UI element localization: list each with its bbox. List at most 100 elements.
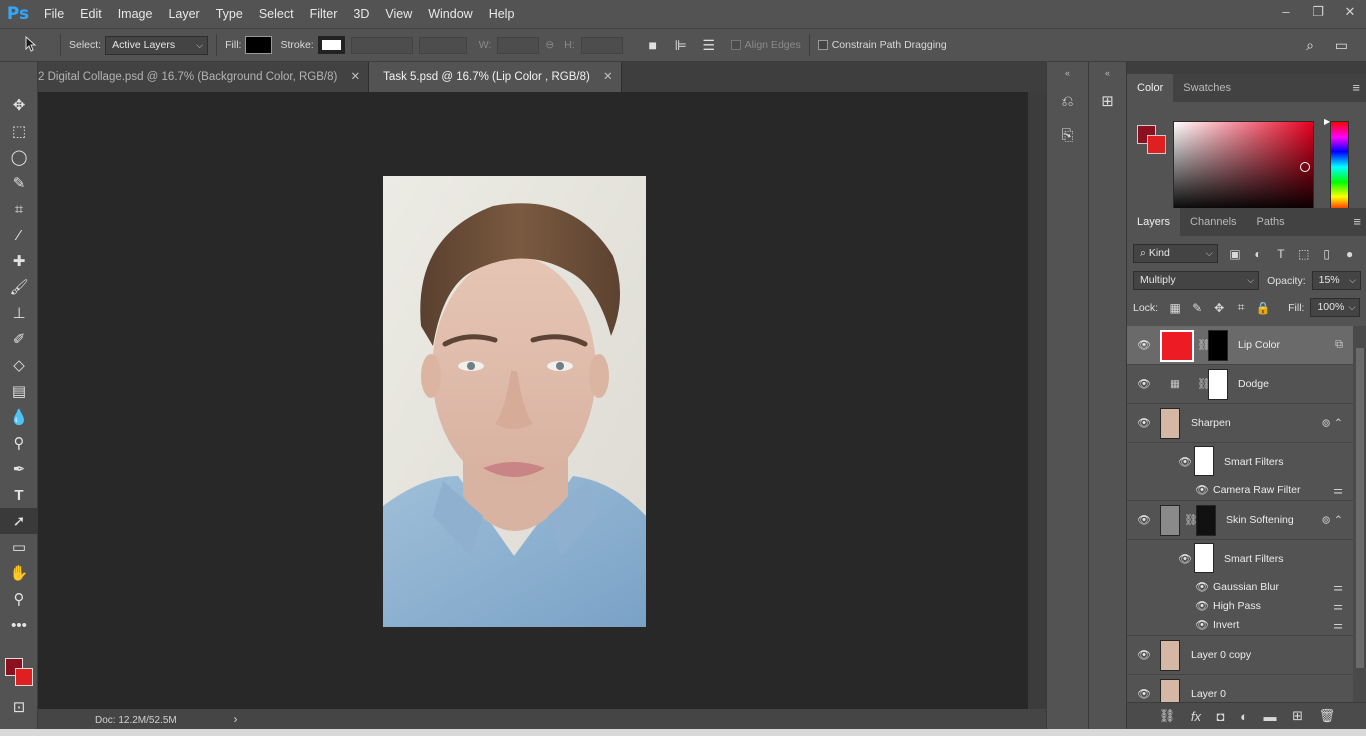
eye-icon[interactable]: 👁	[1137, 514, 1151, 527]
eyedropper-tool-icon[interactable]: ⁄	[0, 222, 38, 248]
canvas-area[interactable]	[38, 92, 1028, 709]
hue-slider-handle-icon[interactable]: ▶	[1324, 117, 1330, 126]
layer-thumbnail[interactable]	[1160, 505, 1180, 536]
menu-window[interactable]: Window	[420, 0, 480, 28]
color-picker-cursor[interactable]	[1300, 162, 1310, 172]
adjustments-panel-icon[interactable]: ⊞	[1089, 84, 1126, 118]
layer-name[interactable]: Smart Filters	[1224, 553, 1284, 565]
color-swatches[interactable]	[5, 658, 35, 688]
menu-view[interactable]: View	[377, 0, 420, 28]
more-tools-icon[interactable]: •••	[0, 612, 38, 638]
healing-brush-tool-icon[interactable]: ✚	[0, 248, 38, 274]
eye-icon[interactable]: 👁	[1195, 599, 1209, 612]
layer-row-sharpen[interactable]: 👁 Sharpen ⊚ ⌃	[1127, 404, 1353, 443]
tab-paths[interactable]: Paths	[1247, 208, 1295, 236]
hand-tool-icon[interactable]: ✋	[0, 560, 38, 586]
tab-channels[interactable]: Channels	[1180, 208, 1246, 236]
layer-name[interactable]: Gaussian Blur	[1213, 581, 1279, 593]
layer-row-dodge[interactable]: 👁 ▦ ⛓ Dodge	[1127, 365, 1353, 404]
eye-icon[interactable]: 👁	[1178, 455, 1192, 468]
layer-name[interactable]: Invert	[1213, 619, 1239, 631]
filter-options-icon[interactable]: ⚌	[1333, 619, 1343, 632]
lock-position-icon[interactable]: ✥	[1208, 301, 1230, 315]
tab-color[interactable]: Color	[1127, 74, 1174, 102]
type-tool-icon[interactable]: T	[0, 482, 38, 508]
dodge-tool-icon[interactable]: ⚲	[0, 430, 38, 456]
lock-artboard-icon[interactable]: ⌗	[1230, 300, 1252, 315]
filter-options-icon[interactable]: ⚌	[1333, 599, 1343, 612]
blur-tool-icon[interactable]: 💧	[0, 404, 38, 430]
layers-scrollbar-thumb[interactable]	[1356, 348, 1364, 668]
filter-toggle-icon[interactable]: ●	[1338, 247, 1361, 261]
select-dropdown[interactable]: Active Layers ⌵	[105, 35, 209, 55]
layer-thumbnail[interactable]	[1160, 640, 1180, 671]
new-layer-icon[interactable]: ⊞	[1292, 708, 1303, 724]
gradient-tool-icon[interactable]: ▤	[0, 378, 38, 404]
path-selection-tool-icon[interactable]: ➚	[0, 508, 38, 534]
history-panel-icon[interactable]: ⎌	[1047, 84, 1088, 118]
layer-row-skin-softening[interactable]: 👁 ⛓ Skin Softening ⊚ ⌃	[1127, 501, 1353, 540]
workspace-icon[interactable]: ▭	[1335, 37, 1348, 54]
filter-shape-icon[interactable]: ⬚	[1292, 247, 1315, 261]
close-icon[interactable]: ✕	[351, 71, 361, 83]
height-field[interactable]	[580, 36, 623, 54]
eye-icon[interactable]: 👁	[1137, 417, 1151, 430]
quick-select-tool-icon[interactable]: ✎	[0, 170, 38, 196]
color-saturation-field[interactable]	[1173, 121, 1314, 213]
search-icon[interactable]: ⌕	[1306, 37, 1314, 54]
filter-adjustment-icon[interactable]: ◐	[1247, 247, 1270, 261]
eraser-tool-icon[interactable]: ◇	[0, 352, 38, 378]
doc-tab-task-5[interactable]: Task 5.psd @ 16.7% (Lip Color , RGB/8) ✕	[369, 62, 622, 92]
path-selection-preset-icon[interactable]	[20, 35, 42, 55]
smart-filter-mask-thumbnail[interactable]	[1194, 446, 1214, 476]
marquee-tool-icon[interactable]: ⬚	[0, 118, 38, 144]
menu-edit[interactable]: Edit	[72, 0, 110, 28]
layer-name[interactable]: Layer 0	[1191, 688, 1226, 700]
fill-swatch[interactable]	[245, 36, 273, 54]
layer-row-camera-raw-filter[interactable]: 👁 Camera Raw Filter ⚌	[1127, 480, 1353, 501]
layer-row-high-pass[interactable]: 👁 High Pass ⚌	[1127, 596, 1353, 615]
lock-all-icon[interactable]: 🔒	[1252, 301, 1274, 315]
layer-row-gaussian-blur[interactable]: 👁 Gaussian Blur ⚌	[1127, 577, 1353, 596]
new-adjustment-icon[interactable]: ◐	[1240, 709, 1248, 724]
background-color-swatch[interactable]	[15, 668, 33, 686]
document-photo[interactable]	[383, 176, 646, 627]
doc-info[interactable]: Doc: 12.2M/52.5M	[95, 715, 177, 726]
rectangle-tool-icon[interactable]: ▭	[0, 534, 38, 560]
layer-row-smart-filters[interactable]: 👁 Smart Filters	[1127, 540, 1353, 577]
properties-panel-icon[interactable]: ⎘	[1047, 118, 1088, 152]
eye-icon[interactable]: 👁	[1195, 619, 1209, 632]
minimize-button[interactable]: –	[1270, 0, 1302, 28]
layer-row-layer-0[interactable]: 👁 Layer 0	[1127, 675, 1353, 702]
layer-name[interactable]: Smart Filters	[1224, 456, 1284, 468]
layer-row-invert[interactable]: 👁 Invert ⚌	[1127, 615, 1353, 636]
menu-type[interactable]: Type	[208, 0, 251, 28]
filter-smart-object-icon[interactable]: ▯	[1315, 247, 1338, 261]
layer-name[interactable]: High Pass	[1213, 600, 1261, 612]
layer-mask-thumbnail[interactable]	[1196, 505, 1216, 536]
doc-tab-digital-collage[interactable]: 2 Digital Collage.psd @ 16.7% (Backgroun…	[38, 62, 370, 92]
tab-layers[interactable]: Layers	[1127, 208, 1181, 236]
width-field[interactable]	[497, 36, 540, 54]
filter-options-icon[interactable]: ⚌	[1333, 580, 1343, 593]
expand-panels-icon[interactable]: «	[1089, 62, 1126, 84]
menu-layer[interactable]: Layer	[160, 0, 207, 28]
layer-mask-thumbnail[interactable]	[1208, 330, 1228, 361]
menu-3d[interactable]: 3D	[345, 0, 377, 28]
canvas-vertical-scrollbar[interactable]	[1028, 92, 1046, 709]
layers-scrollbar[interactable]	[1353, 326, 1366, 702]
close-window-button[interactable]: ✕	[1334, 0, 1366, 28]
layer-thumbnail[interactable]	[1160, 330, 1194, 362]
menu-help[interactable]: Help	[481, 0, 523, 28]
layer-name[interactable]: Camera Raw Filter	[1213, 484, 1301, 496]
path-operations-icon[interactable]: ■	[639, 37, 667, 53]
fill-field[interactable]: 100% ⌵	[1310, 298, 1361, 317]
menu-filter[interactable]: Filter	[302, 0, 346, 28]
restore-button[interactable]: ❐	[1302, 0, 1334, 28]
stroke-width-field[interactable]	[350, 36, 413, 54]
fx-icon[interactable]: fx	[1191, 709, 1201, 724]
add-mask-icon[interactable]: ◘	[1217, 709, 1225, 724]
layer-name[interactable]: Dodge	[1238, 378, 1269, 390]
menu-select[interactable]: Select	[251, 0, 302, 28]
eye-icon[interactable]: 👁	[1137, 649, 1151, 662]
